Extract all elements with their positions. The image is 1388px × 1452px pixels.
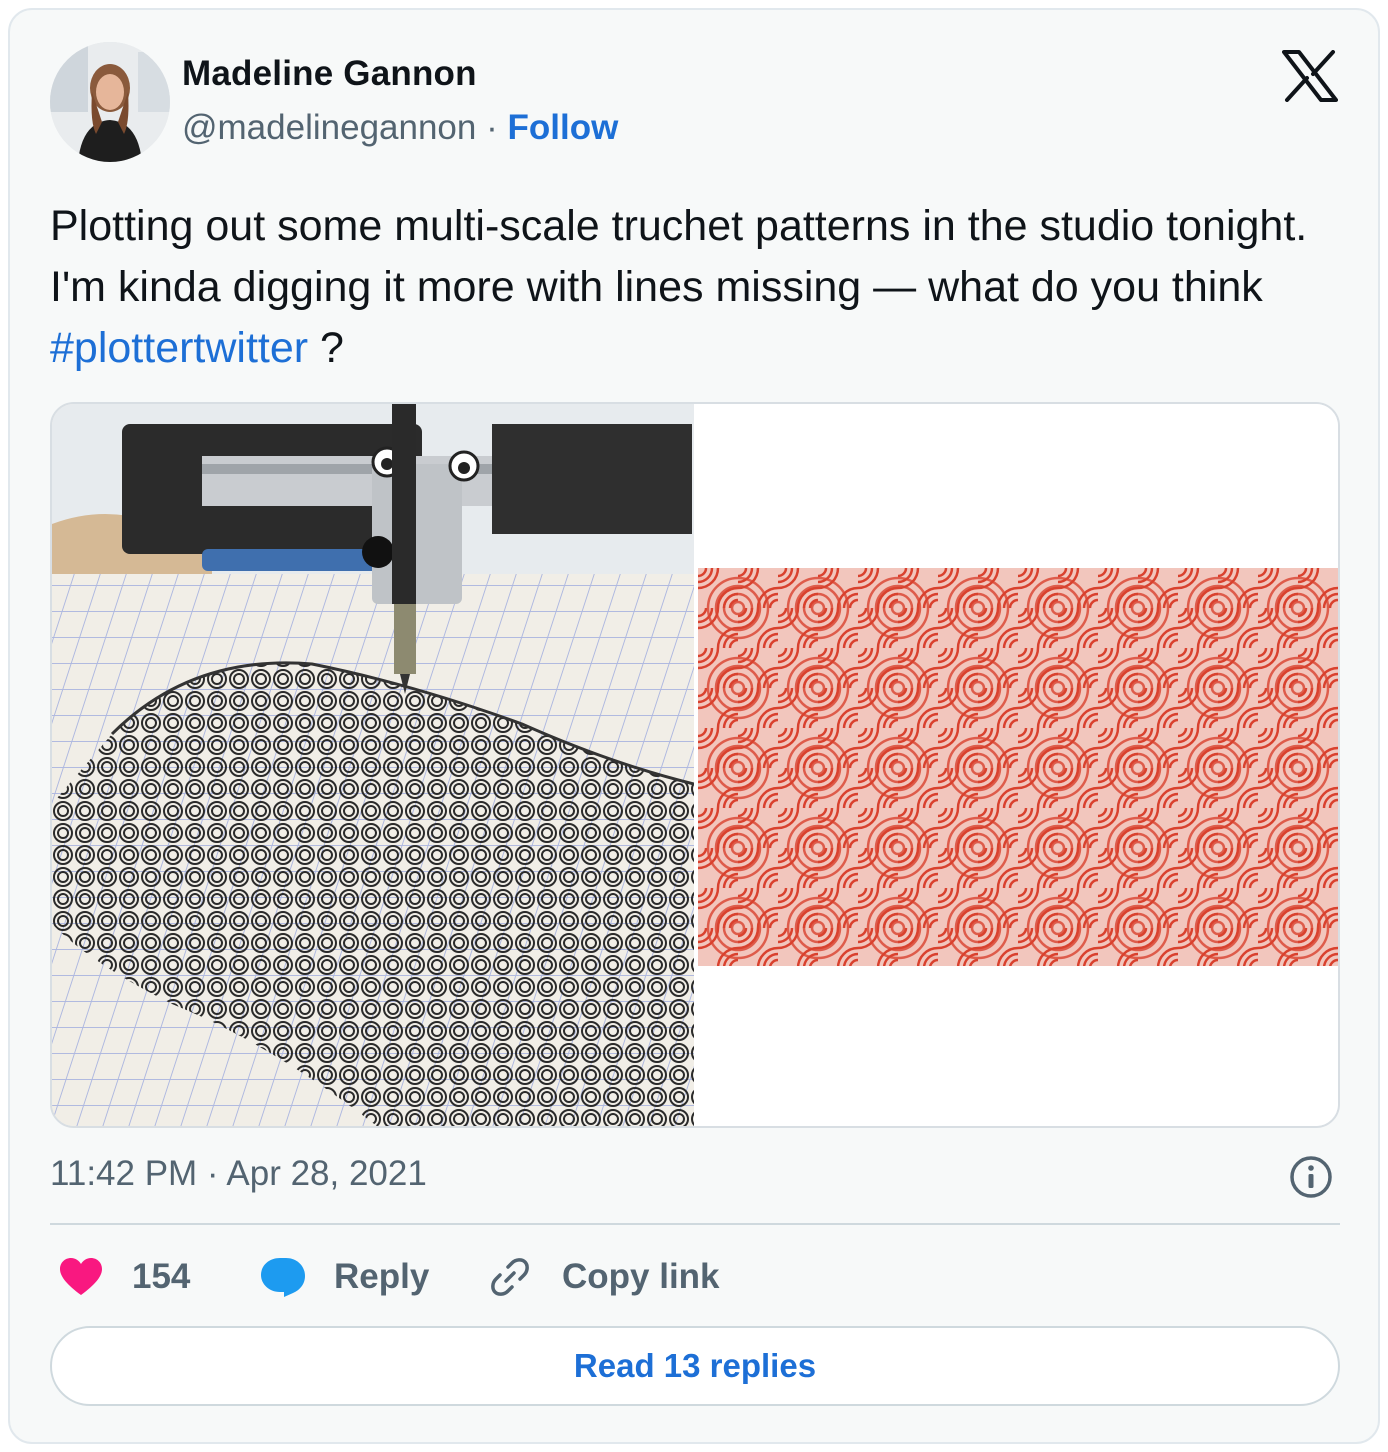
red-truchet-pattern-image[interactable] bbox=[694, 404, 1338, 1126]
tweet-text: Plotting out some multi-scale truchet pa… bbox=[50, 202, 1308, 372]
divider bbox=[50, 1223, 1340, 1225]
copy-link-label: Copy link bbox=[562, 1257, 720, 1296]
read-replies-button[interactable]: Read 13 replies bbox=[50, 1326, 1340, 1406]
like-count: 154 bbox=[132, 1257, 191, 1296]
reply-action[interactable]: Reply bbox=[260, 1254, 429, 1300]
author-handle-row: @madelinegannon · Follow bbox=[182, 108, 618, 148]
reply-label: Reply bbox=[334, 1257, 430, 1296]
reply-bubble-icon bbox=[261, 1258, 305, 1297]
media-grid bbox=[50, 402, 1340, 1128]
tweet-card: Madeline Gannon @madelinegannon · Follow… bbox=[8, 8, 1380, 1444]
hashtag-link[interactable]: #plottertwitter bbox=[50, 324, 308, 372]
follow-button[interactable]: Follow bbox=[507, 108, 618, 147]
separator-dot: · bbox=[486, 108, 498, 147]
tweet-timestamp[interactable]: 11:42 PM · Apr 28, 2021 bbox=[50, 1154, 427, 1194]
author-name[interactable]: Madeline Gannon bbox=[182, 54, 477, 94]
like-action[interactable]: 154 bbox=[60, 1254, 190, 1300]
copy-link-action[interactable]: Copy link bbox=[488, 1254, 720, 1300]
pen-plotter-photo[interactable] bbox=[52, 404, 695, 1126]
info-icon[interactable] bbox=[1288, 1154, 1334, 1200]
heart-icon bbox=[60, 1258, 102, 1295]
author-avatar[interactable] bbox=[50, 42, 170, 162]
author-handle[interactable]: @madelinegannon bbox=[182, 108, 476, 147]
x-logo-icon[interactable] bbox=[1282, 50, 1338, 102]
link-icon bbox=[491, 1258, 529, 1296]
